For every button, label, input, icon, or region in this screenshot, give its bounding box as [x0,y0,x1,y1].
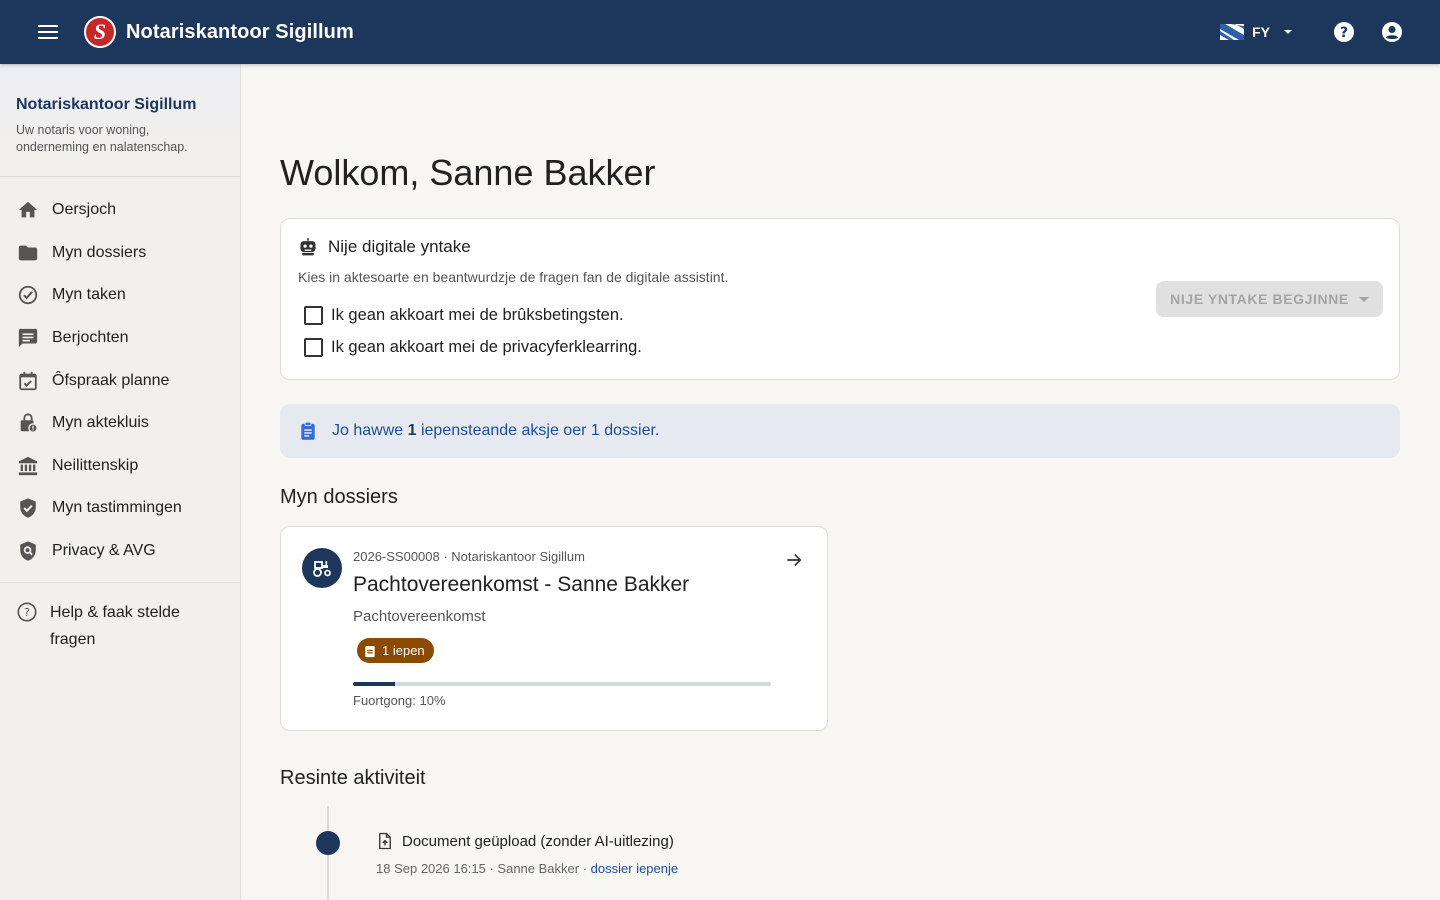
intake-title: Nije digitale yntake [328,237,471,256]
clipboard-icon [365,645,375,657]
open-tasks-badge: 1 iepen [357,638,434,663]
tractor-icon [302,548,342,588]
sidebar-item-myn-aktekluis[interactable]: Myn aktekluis [0,402,240,445]
home-icon [16,198,40,222]
sidebar-item-label: Ôfspraak planne [52,371,170,389]
page-title: Wolkom, Sanne Bakker [280,152,656,193]
sidebar-item-privacy-avg[interactable]: Privacy & AVG [0,530,240,573]
chevron-down-icon [1284,30,1292,34]
sidebar-item-label: Oersjoch [52,201,117,219]
sidebar-subtitle: Uw notaris voor woning, onderneming en n… [16,123,188,154]
sidebar-item-berjochten[interactable]: Berjochten [0,317,240,360]
dossier-card[interactable]: 2026-SS00008 · Notariskantoor Sigillum P… [280,526,828,731]
clipboard-icon [301,421,315,440]
sidebar-item-label: Berjochten [52,329,129,347]
intake-description: Kies in aktesoarte en beantwurdzje de fr… [298,269,729,285]
sidebar-item-label: Myn tastimmingen [52,499,182,517]
open-actions-alert: Jo hawwe 1 iepensteande aksje oer 1 doss… [280,404,1400,458]
sidebar-item-label: Myn taken [52,286,126,304]
activity-section-title: Resinte aktiviteit [280,767,426,789]
terms-checkbox-label: Ik gean akkoart mei de brûksbetingsten. [331,306,624,324]
sidebar-item-label: Myn dossiers [52,243,147,261]
message-icon [16,326,40,350]
alert-text: Jo hawwe 1 iepensteande aksje oer 1 doss… [332,422,660,439]
sidebar-item-label: Privacy & AVG [52,542,156,560]
svg-text:?: ? [24,606,30,619]
arrow-right-icon[interactable] [781,547,807,573]
timeline-dot [316,831,340,855]
bank-icon [16,454,40,478]
robot-icon [300,238,316,256]
dropdown-caret-icon [1358,296,1369,302]
help-circle-icon: ? [16,601,38,628]
language-code: FY [1252,24,1270,40]
activity-item: Document geüpload (zonder AI-uitlezing) [376,832,674,850]
progress-label: Fuortgong: 10% [353,693,446,708]
folder-icon [16,241,40,265]
calendar-check-icon [16,369,40,393]
dossier-type: Pachtovereenkomst [353,608,486,625]
top-app-bar: S Notariskantoor Sigillum FY ? [0,0,1440,64]
terms-checkbox-row[interactable]: Ik gean akkoart mei de brûksbetingsten. [304,306,624,325]
svg-text:?: ? [1340,25,1348,41]
account-icon[interactable] [1372,12,1412,52]
brand-logo[interactable]: S [84,16,116,48]
sidebar-item-myn-taken[interactable]: Myn taken [0,274,240,317]
start-intake-label: NIJE YNTAKE BEGJINNE [1170,291,1349,307]
sidebar-item-label: Neilittenskip [52,456,139,474]
progress-bar [353,682,771,686]
sidebar-item-myn-dossiers[interactable]: Myn dossiers [0,232,240,275]
sidebar: Notariskantoor Sigillum Uw notaris voor … [0,64,241,900]
activity-meta: 18 Sep 2026 16:15 · Sanne Bakker · dossi… [376,861,679,876]
alert-count: 1 [407,422,417,439]
dossier-meta: 2026-SS00008 · Notariskantoor Sigillum [353,549,585,564]
app-title[interactable]: Notariskantoor Sigillum [126,21,354,44]
dossiers-section-title: Myn dossiers [280,486,398,508]
privacy-checkbox-label: Ik gean akkoart mei de privacyferklearri… [331,338,642,356]
dossier-title: Pachtovereenkomst - Sanne Bakker [353,573,690,596]
frisian-flag-icon [1220,24,1245,40]
sidebar-item-help[interactable]: ? Help & faak stelde fragen [0,583,240,653]
language-selector[interactable]: FY [1220,22,1298,42]
check-circle-icon [16,283,40,307]
sidebar-nav: Oersjoch Myn dossiers Myn taken Berjocht… [0,177,240,572]
privacy-checkbox-row[interactable]: Ik gean akkoart mei de privacyferklearri… [304,338,642,357]
sidebar-item-myn-tastimmingen[interactable]: Myn tastimmingen [0,487,240,530]
sidebar-item-ofspraak-planne[interactable]: Ôfspraak planne [0,359,240,402]
start-intake-button[interactable]: NIJE YNTAKE BEGJINNE [1156,281,1383,317]
progress-fill [353,682,395,686]
open-dossier-link[interactable]: dossier iepenje [591,861,678,876]
upload-file-icon [379,832,391,850]
shield-search-icon [16,539,40,563]
sidebar-item-neilittenskip[interactable]: Neilittenskip [0,445,240,488]
terms-checkbox[interactable] [304,306,323,325]
sidebar-title: Notariskantoor Sigillum [16,96,197,113]
sidebar-item-label: Help & faak stelde fragen [50,604,180,649]
sidebar-header: Notariskantoor Sigillum Uw notaris voor … [0,64,240,177]
sidebar-item-oersjoch[interactable]: Oersjoch [0,189,240,232]
lock-icon [16,411,40,435]
sidebar-item-label: Myn aktekluis [52,414,149,432]
intake-card: Nije digitale yntake Kies in aktesoarte … [280,218,1400,380]
help-icon[interactable]: ? [1324,12,1364,52]
shield-check-icon [16,496,40,520]
menu-icon[interactable] [24,8,72,56]
privacy-checkbox[interactable] [304,338,323,357]
activity-title: Document geüpload (zonder AI-uitlezing) [402,832,674,850]
